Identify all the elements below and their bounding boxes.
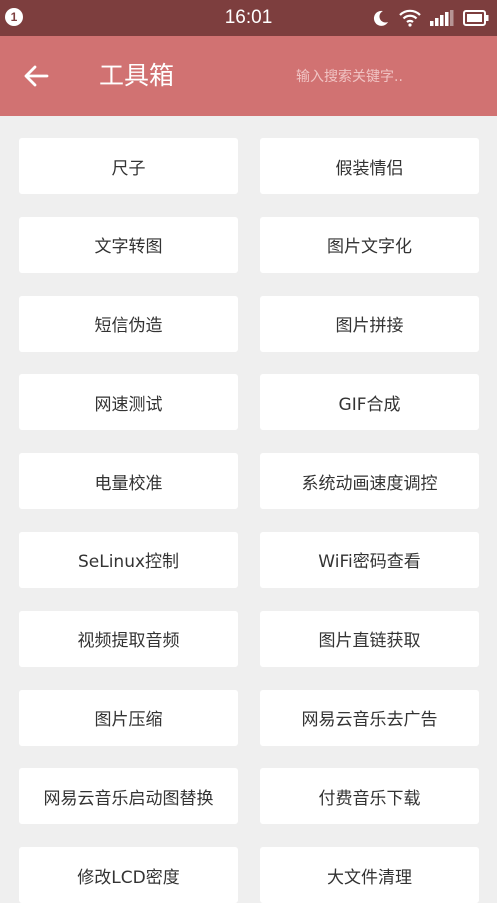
- status-bar: 1 16:01: [0, 0, 497, 36]
- tool-image-to-text-button[interactable]: 图片文字化: [260, 216, 479, 273]
- tool-fake-couple-button[interactable]: 假装情侣: [260, 138, 479, 194]
- tool-paid-music-button[interactable]: 付费音乐下载: [260, 768, 479, 825]
- battery-icon: [463, 10, 489, 26]
- tool-large-file-button[interactable]: 大文件清理: [260, 847, 479, 903]
- tool-wifi-password-button[interactable]: WiFi密码查看: [260, 531, 479, 588]
- tool-image-link-button[interactable]: 图片直链获取: [260, 610, 479, 667]
- tool-gif-compose-button[interactable]: GIF合成: [260, 374, 479, 431]
- tool-sms-forge-button[interactable]: 短信伪造: [19, 295, 238, 352]
- tool-image-compress-button[interactable]: 图片压缩: [19, 689, 238, 746]
- tool-ruler-button[interactable]: 尺子: [19, 138, 238, 194]
- system-icons: [372, 6, 489, 30]
- tool-text-to-image-button[interactable]: 文字转图: [19, 216, 238, 273]
- tool-selinux-button[interactable]: SeLinux控制: [19, 531, 238, 588]
- search-input[interactable]: [296, 62, 491, 92]
- app-bar: 工具箱: [0, 36, 497, 116]
- back-button[interactable]: [14, 56, 58, 96]
- moon-icon: [373, 10, 388, 26]
- arrow-left-icon: [24, 65, 49, 87]
- tool-battery-calibrate-button[interactable]: 电量校准: [19, 453, 238, 510]
- tool-animation-speed-button[interactable]: 系统动画速度调控: [260, 453, 479, 510]
- wifi-icon: [399, 9, 421, 27]
- page-title: 工具箱: [99, 61, 175, 90]
- tool-netease-splash-button[interactable]: 网易云音乐启动图替换: [19, 768, 238, 825]
- tool-grid: 尺子 假装情侣 文字转图 图片文字化 短信伪造 图片拼接 网速测试 GIF合成 …: [19, 138, 479, 903]
- signal-icon: [430, 10, 454, 26]
- tool-image-stitch-button[interactable]: 图片拼接: [260, 295, 479, 352]
- tool-video-audio-button[interactable]: 视频提取音频: [19, 610, 238, 667]
- tool-speed-test-button[interactable]: 网速测试: [19, 374, 238, 431]
- tool-netease-adblock-button[interactable]: 网易云音乐去广告: [260, 689, 479, 746]
- tool-lcd-density-button[interactable]: 修改LCD密度: [19, 847, 238, 903]
